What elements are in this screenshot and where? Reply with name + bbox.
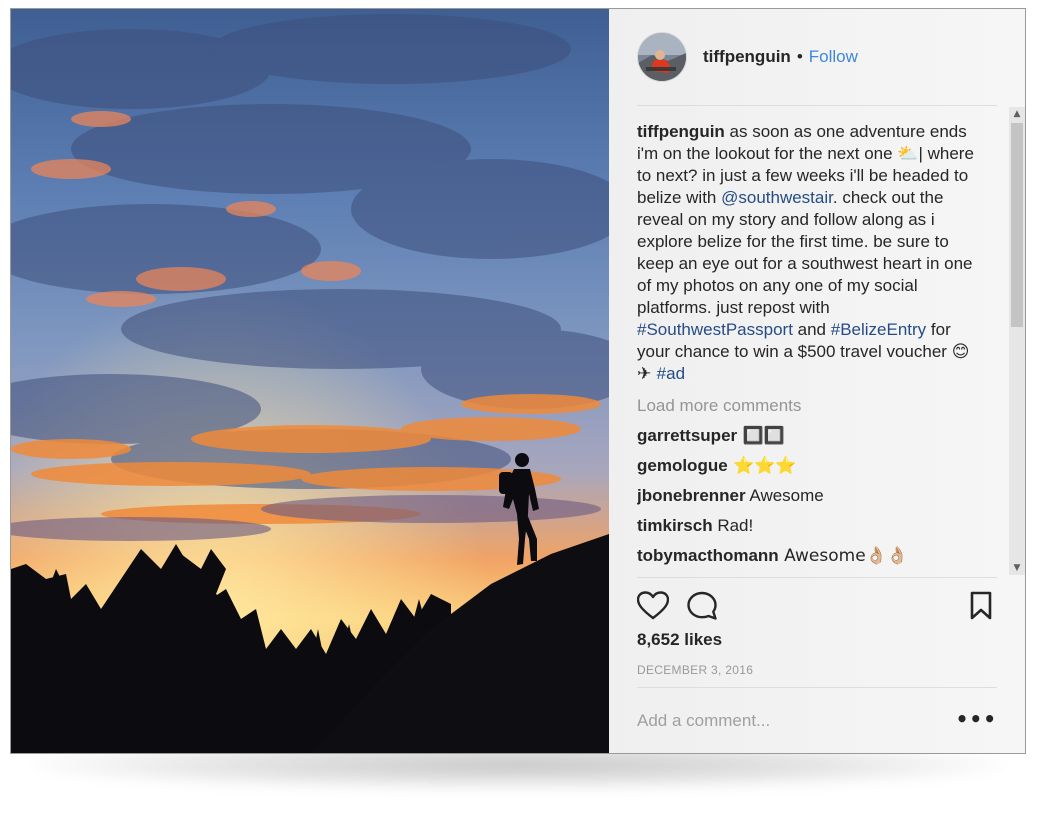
post-side-panel: tiffpenguin • Follow tiffpenguin as soon… <box>609 9 1025 753</box>
comment-text: Rad! <box>712 516 754 535</box>
post-date[interactable]: DECEMBER 3, 2016 <box>637 663 753 677</box>
comment-username[interactable]: jbonebrenner <box>637 486 746 505</box>
caption-text: and <box>792 320 831 339</box>
header-separator: • <box>796 47 803 66</box>
hashtag-link[interactable]: #ad <box>657 364 685 383</box>
footer-divider <box>637 687 997 688</box>
post-photo[interactable] <box>11 9 609 753</box>
comment-item: jbonebrenner Awesome <box>637 485 987 507</box>
header-username[interactable]: tiffpenguin <box>703 47 791 67</box>
avatar[interactable] <box>637 32 687 82</box>
post-header: tiffpenguin • Follow <box>637 31 997 83</box>
likes-count[interactable]: 8,652 likes <box>637 630 722 650</box>
instagram-post: tiffpenguin • Follow tiffpenguin as soon… <box>10 8 1026 754</box>
comment-username[interactable]: timkirsch <box>637 516 713 535</box>
caption-text: . check out the reveal on my story and f… <box>637 188 973 317</box>
comment-item: gemologue ⭐⭐⭐ <box>637 455 987 477</box>
sunset-hiker-photo <box>11 9 609 753</box>
comments-scrollbar[interactable]: ▲ ▼ <box>1009 107 1025 575</box>
heart-icon[interactable] <box>637 591 669 621</box>
bookmark-icon[interactable] <box>969 591 993 621</box>
screenshot-stage: tiffpenguin • Follow tiffpenguin as soon… <box>0 0 1037 832</box>
comment-item: garrettsuper 🔲🔲 <box>637 425 987 447</box>
add-comment-input[interactable]: Add a comment... <box>637 711 957 731</box>
cloud-sun-emoji-icon: ⛅ <box>897 144 919 164</box>
post-caption: tiffpenguin as soon as one adventure end… <box>637 121 987 385</box>
caption-username[interactable]: tiffpenguin <box>637 122 725 141</box>
airplane-emoji-icon: ✈ <box>637 364 657 384</box>
scroll-up-arrow-icon[interactable]: ▲ <box>1009 107 1025 121</box>
avatar-image <box>638 33 686 81</box>
comment-text: Awesome👌🏼👌🏼 <box>778 546 909 566</box>
comment-item: timkirsch Rad! <box>637 515 987 537</box>
comment-text: Awesome <box>745 486 824 505</box>
scroll-down-arrow-icon[interactable]: ▼ <box>1009 561 1025 575</box>
comment-username[interactable]: tobymacthomann <box>637 546 779 565</box>
header-divider <box>637 105 997 106</box>
more-options-icon[interactable]: ••• <box>956 709 997 729</box>
comment-username[interactable]: garrettsuper <box>637 426 737 445</box>
action-bar <box>637 591 997 621</box>
comment-username[interactable]: gemologue <box>637 456 728 475</box>
hashtag-link[interactable]: #SouthwestPassport <box>637 320 793 339</box>
comment-text: ⭐⭐⭐ <box>727 456 797 476</box>
mention-link[interactable]: @southwestair <box>721 188 833 207</box>
comment-icon[interactable] <box>687 591 719 621</box>
load-more-comments-button[interactable]: Load more comments <box>637 395 987 417</box>
comment-item: tobymacthomann Awesome👌🏼👌🏼 <box>637 545 987 567</box>
smile-emoji-icon: 😊 <box>951 342 970 362</box>
comments-divider <box>637 577 997 578</box>
follow-button[interactable]: Follow <box>809 47 858 67</box>
hashtag-link[interactable]: #BelizeEntry <box>831 320 926 339</box>
scrollbar-thumb[interactable] <box>1011 123 1023 327</box>
comments-list: tiffpenguin as soon as one adventure end… <box>637 121 987 571</box>
comment-text: 🔲🔲 <box>737 426 785 446</box>
